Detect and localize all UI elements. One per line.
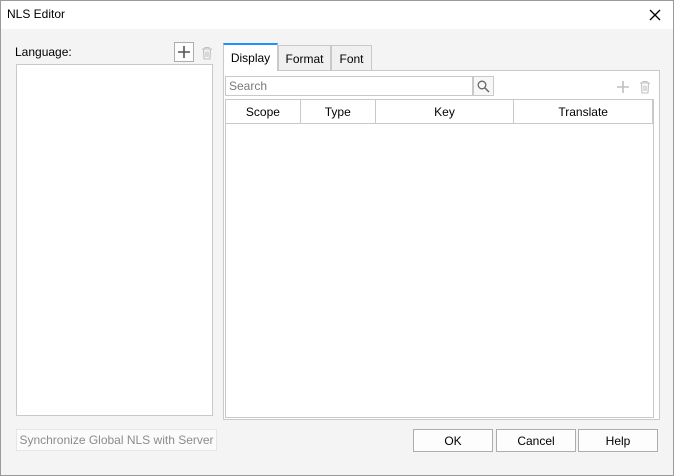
- table-body[interactable]: [226, 124, 653, 417]
- trash-icon: [202, 46, 212, 60]
- search-icon: [477, 80, 490, 93]
- table-header: Scope Type Key Translate: [226, 100, 653, 124]
- cancel-button[interactable]: Cancel: [496, 429, 576, 452]
- search-input[interactable]: Search: [225, 76, 473, 96]
- column-header-key[interactable]: Key: [376, 100, 515, 123]
- delete-entry-button[interactable]: [635, 77, 655, 97]
- synchronize-button[interactable]: Synchronize Global NLS with Server: [16, 429, 217, 451]
- close-button[interactable]: [643, 5, 667, 25]
- add-entry-button[interactable]: [613, 77, 633, 97]
- trash-icon: [640, 80, 650, 94]
- add-language-button[interactable]: [174, 42, 194, 62]
- tab-format[interactable]: Format: [278, 45, 331, 71]
- title-bar: NLS Editor: [1, 1, 673, 29]
- dialog-title: NLS Editor: [7, 7, 66, 21]
- column-header-translate[interactable]: Translate: [514, 100, 653, 123]
- ok-button[interactable]: OK: [413, 429, 493, 452]
- nls-table: Scope Type Key Translate: [225, 99, 654, 418]
- delete-language-button[interactable]: [197, 43, 217, 63]
- help-button[interactable]: Help: [578, 429, 658, 452]
- tab-font[interactable]: Font: [331, 45, 372, 71]
- plus-icon: [617, 81, 629, 93]
- language-list[interactable]: [16, 64, 213, 416]
- tab-format-label: Format: [285, 51, 324, 66]
- column-header-scope[interactable]: Scope: [226, 100, 301, 123]
- search-button[interactable]: [473, 76, 494, 96]
- tab-display[interactable]: Display: [223, 43, 278, 71]
- nls-editor-dialog: NLS Editor Language: Display Format Font…: [0, 0, 674, 476]
- language-label: Language:: [15, 45, 72, 59]
- close-icon: [649, 9, 661, 21]
- plus-icon: [178, 46, 190, 58]
- tab-display-label: Display: [230, 51, 271, 65]
- column-header-type[interactable]: Type: [301, 100, 376, 123]
- tab-font-label: Font: [339, 51, 364, 66]
